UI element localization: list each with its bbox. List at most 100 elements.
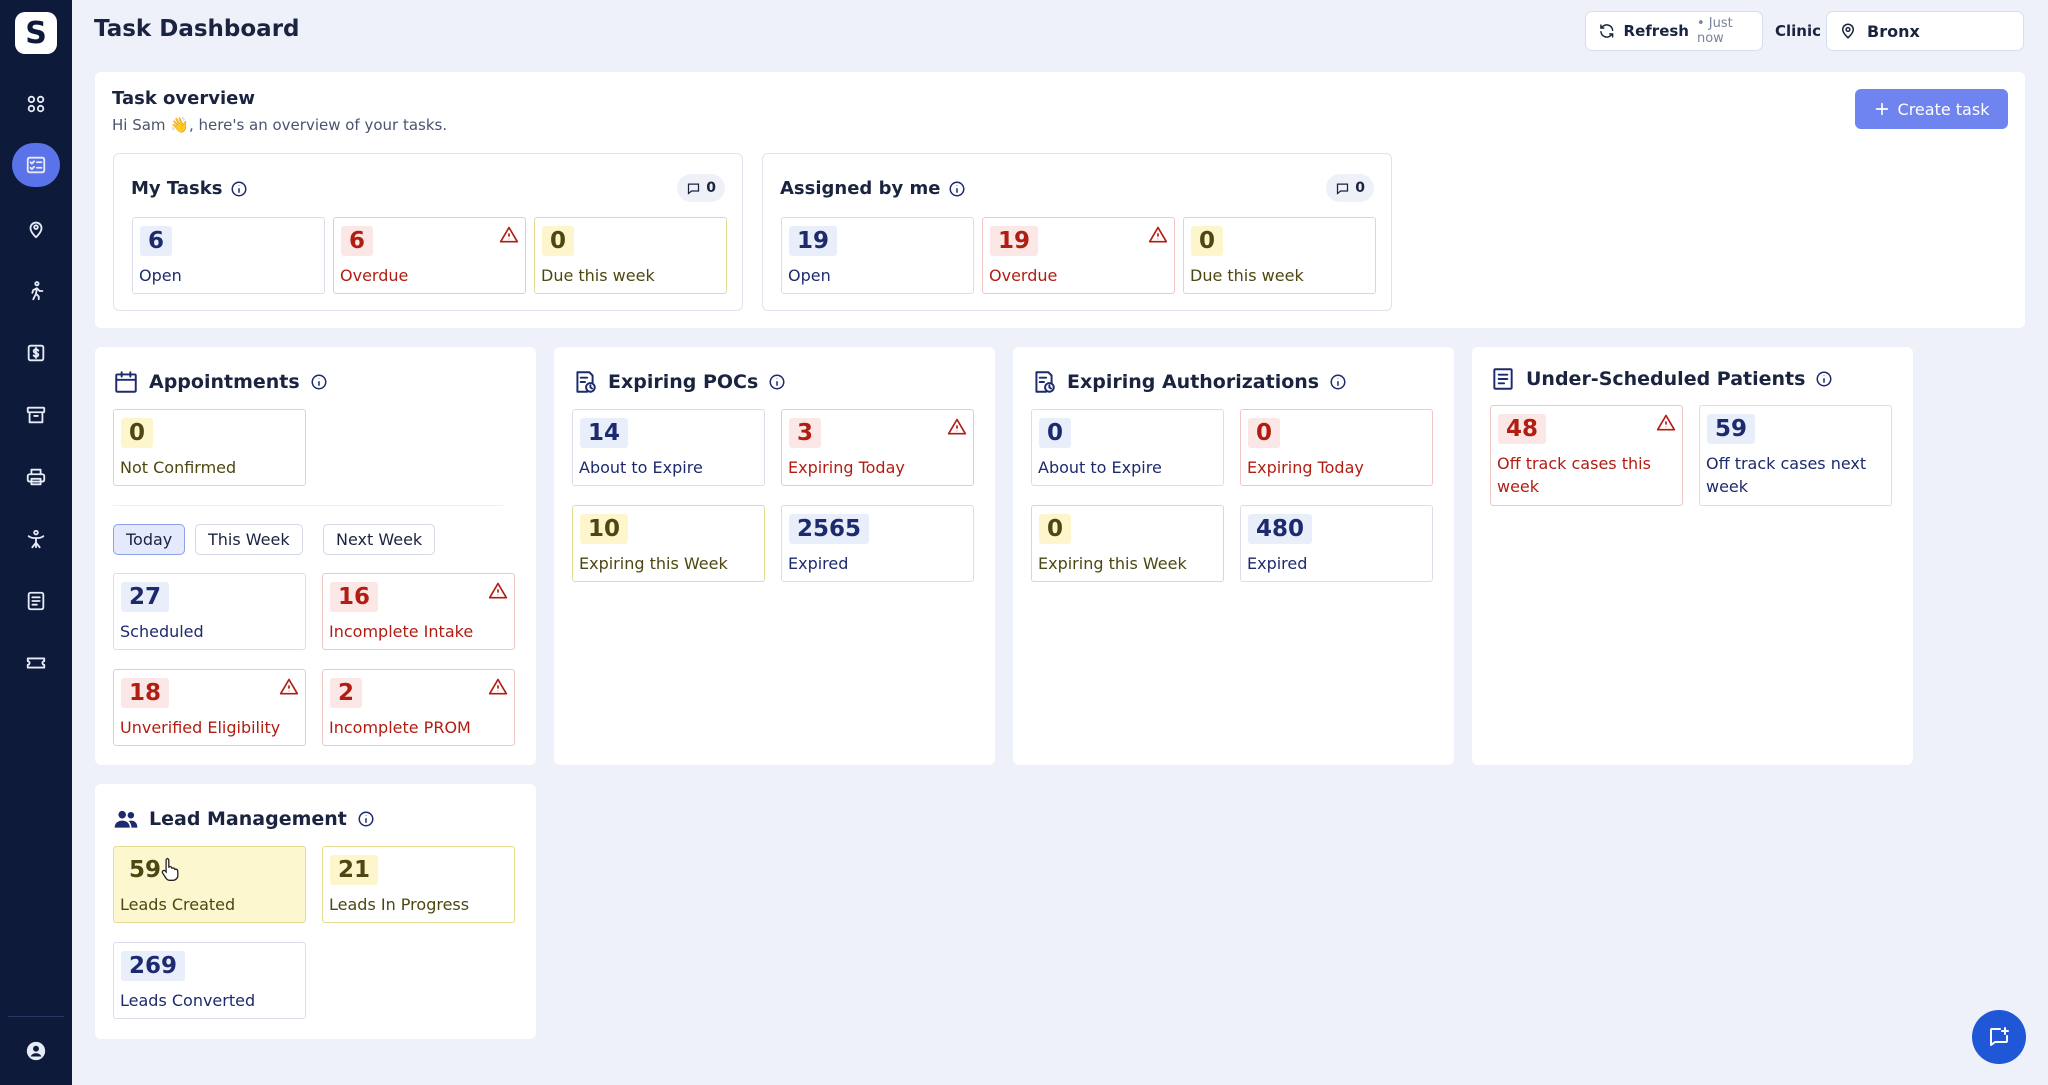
stat-label: About to Expire [579,458,703,477]
my-tasks-due-stat[interactable]: 0 Due this week [534,217,727,294]
assigned-by-me-box: Assigned by me 0 19 Open 19 Overdue 0 Du… [762,153,1392,311]
assigned-open-stat[interactable]: 19 Open [781,217,974,294]
hand-cursor-icon [161,857,179,881]
lead-management-card: Lead Management 59 Leads Created 21 Lead… [95,784,536,1039]
therapy-icon [27,529,45,549]
unverified-eligibility-stat[interactable]: 18 Unverified Eligibility [113,669,306,746]
tab-this-week[interactable]: This Week [195,524,303,555]
stat-value: 19 [789,226,838,256]
sidebar-item-billing[interactable] [12,331,60,375]
app-logo[interactable]: S [15,12,57,54]
auths-today-stat[interactable]: 0 Expiring Today [1240,409,1433,486]
chat-icon [1990,1027,2009,1046]
billing-icon [27,344,45,362]
comment-count: 0 [706,180,716,196]
stat-value: 269 [121,951,186,981]
create-task-button[interactable]: Create task [1855,89,2008,129]
assigned-overdue-stat[interactable]: 19 Overdue [982,217,1175,294]
comment-icon [1337,183,1349,195]
refresh-button[interactable]: Refresh • Just now [1585,11,1763,51]
my-tasks-title: My Tasks [131,178,248,199]
sidebar-item-print[interactable] [12,455,60,499]
divider [113,505,503,506]
assigned-comment-badge[interactable]: 0 [1326,174,1374,202]
tab-next-week[interactable]: Next Week [323,524,436,555]
appointments-title: Appointments [113,369,328,395]
pocs-title: Expiring POCs [572,369,786,395]
appointments-card: Appointments 0 Not Confirmed Today This … [95,347,536,765]
auths-about-stat[interactable]: 0 About to Expire [1031,409,1224,486]
stat-value: 0 [1039,514,1072,544]
scheduled-stat[interactable]: 27 Scheduled [113,573,306,650]
stat-value: 16 [330,582,379,612]
stat-label: Expiring Today [788,458,905,477]
auths-label: Expiring Authorizations [1067,371,1320,393]
sidebar-item-tickets[interactable] [12,641,60,685]
stat-value: 0 [1191,226,1224,256]
warning-icon [1656,414,1676,431]
stat-value: 480 [1248,514,1313,544]
sidebar-item-tasks[interactable] [12,143,60,187]
leads-converted-stat[interactable]: 269 Leads Converted [113,942,306,1019]
warning-icon [947,418,967,435]
info-icon[interactable] [357,810,375,828]
auths-title: Expiring Authorizations [1031,369,1347,395]
my-tasks-open-stat[interactable]: 6 Open [132,217,325,294]
stat-value: 0 [121,418,154,448]
info-icon[interactable] [1815,370,1833,388]
refresh-time: • Just now [1696,16,1733,46]
sidebar-item-archive[interactable] [12,393,60,437]
ticket-icon [26,657,46,669]
assigned-due-stat[interactable]: 0 Due this week [1183,217,1376,294]
pocs-expired-stat[interactable]: 2565 Expired [781,505,974,582]
not-confirmed-stat[interactable]: 0 Not Confirmed [113,409,306,486]
incomplete-prom-stat[interactable]: 2 Incomplete PROM [322,669,515,746]
off-track-next-week-stat[interactable]: 59 Off track cases next week [1699,405,1892,506]
sidebar-item-dashboard[interactable] [12,82,60,126]
incomplete-intake-stat[interactable]: 16 Incomplete Intake [322,573,515,650]
sidebar-item-documents[interactable] [12,579,60,623]
info-icon[interactable] [1329,373,1347,391]
task-overview-panel: Task overview Hi Sam 👋, here's an overvi… [95,72,2025,328]
info-icon[interactable] [948,180,966,198]
info-icon[interactable] [310,373,328,391]
pocs-week-stat[interactable]: 10 Expiring this Week [572,505,765,582]
tab-today[interactable]: Today [113,524,186,555]
expiring-authorizations-card: Expiring Authorizations 0 About to Expir… [1013,347,1454,765]
under-scheduled-card: Under-Scheduled Patients 48 Off track ca… [1472,347,1913,765]
auths-week-stat[interactable]: 0 Expiring this Week [1031,505,1224,582]
stat-value: 21 [330,855,379,885]
sidebar-item-patients[interactable] [12,207,60,251]
dashboard-icon [27,95,45,113]
overview-subtitle: Hi Sam 👋, here's an overview of your tas… [112,116,448,134]
patient-location-icon [29,221,43,239]
stat-label: Expired [1247,554,1308,573]
sidebar-item-therapy[interactable] [12,517,60,561]
sidebar-item-activity[interactable] [12,269,60,313]
my-tasks-comment-badge[interactable]: 0 [677,174,725,202]
comment-count: 0 [1355,180,1365,196]
assigned-label: Assigned by me [780,178,941,199]
stat-value: 6 [341,226,374,256]
leads-in-progress-stat[interactable]: 21 Leads In Progress [322,846,515,923]
stat-value: 14 [580,418,629,448]
refresh-icon [1600,24,1614,38]
location-pin-icon [1841,23,1855,39]
sidebar: S [0,0,72,1085]
my-tasks-overdue-stat[interactable]: 6 Overdue [333,217,526,294]
auths-expired-stat[interactable]: 480 Expired [1240,505,1433,582]
info-icon[interactable] [230,180,248,198]
warning-icon [499,226,519,243]
pocs-about-stat[interactable]: 14 About to Expire [572,409,765,486]
chat-fab-button[interactable] [1972,1010,2026,1064]
stat-label: Overdue [989,266,1058,285]
info-icon[interactable] [768,373,786,391]
tasks-icon [26,156,46,174]
clinic-value: Bronx [1867,21,1920,41]
off-track-this-week-stat[interactable]: 48 Off track cases this week [1490,405,1683,506]
clinic-select[interactable]: Bronx [1826,11,2024,51]
pocs-today-stat[interactable]: 3 Expiring Today [781,409,974,486]
leads-created-stat[interactable]: 59 Leads Created [113,846,306,923]
sidebar-item-profile[interactable] [12,1029,60,1073]
warning-icon [279,678,299,695]
